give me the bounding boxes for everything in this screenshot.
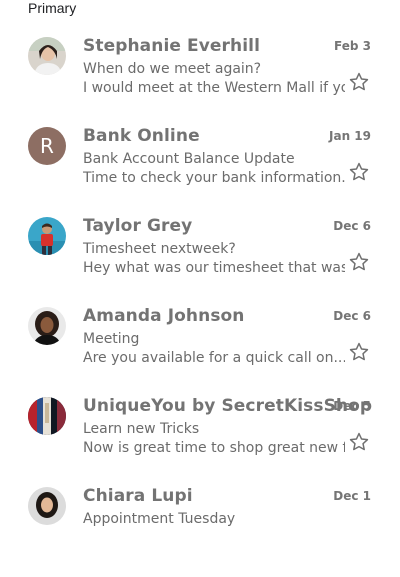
shop-photo-icon <box>28 397 66 435</box>
star-icon[interactable] <box>348 431 370 453</box>
email-subject: Meeting <box>83 331 140 347</box>
star-icon[interactable] <box>348 251 370 273</box>
email-date: Jan 19 <box>329 129 371 143</box>
avatar[interactable] <box>28 307 66 345</box>
sender-name: Amanda Johnson <box>83 306 245 326</box>
sender-name: Stephanie Everhill <box>83 36 261 56</box>
email-subject: Timesheet nextweek? <box>83 241 236 257</box>
sender-name: Bank Online <box>83 126 200 146</box>
avatar-letter: R <box>28 127 66 165</box>
avatar[interactable]: R <box>28 127 66 165</box>
email-subject: Appointment Tuesday <box>83 511 236 527</box>
sender-name: UniqueYou by SecretKissShop <box>83 396 373 416</box>
email-row[interactable]: Amanda Johnson Dec 6 Meeting Are you ava… <box>0 306 400 397</box>
email-date: Dec 6 <box>333 309 371 323</box>
email-subject: Learn new Tricks <box>83 421 200 437</box>
email-snippet: I would meet at the Western Mall if you.… <box>83 80 345 96</box>
avatar[interactable] <box>28 397 66 435</box>
email-subject: Bank Account Balance Update <box>83 151 295 167</box>
email-row[interactable]: Stephanie Everhill Feb 3 When do we meet… <box>0 36 400 127</box>
email-date: Dec 6 <box>333 219 371 233</box>
email-date: Dec 5 <box>333 399 371 413</box>
person-photo-icon <box>28 217 66 255</box>
email-row[interactable]: Chiara Lupi Dec 1 Appointment Tuesday <box>0 486 400 577</box>
email-row[interactable]: Taylor Grey Dec 6 Timesheet nextweek? He… <box>0 216 400 307</box>
star-icon[interactable] <box>348 341 370 363</box>
star-icon[interactable] <box>348 71 370 93</box>
person-photo-icon <box>28 37 66 75</box>
email-snippet: Hey what was our timesheet that was... <box>83 260 345 276</box>
sender-name: Taylor Grey <box>83 216 193 236</box>
email-date: Feb 3 <box>334 39 371 53</box>
avatar[interactable] <box>28 37 66 75</box>
person-photo-icon <box>28 307 66 345</box>
email-subject: When do we meet again? <box>83 61 262 77</box>
email-date: Dec 1 <box>333 489 371 503</box>
email-snippet: Time to check your bank information... <box>83 170 345 186</box>
email-snippet: Now is great time to shop great new fash… <box>83 440 345 456</box>
star-icon[interactable] <box>348 161 370 183</box>
avatar[interactable] <box>28 217 66 255</box>
email-snippet: Are you available for a quick call on... <box>83 350 345 366</box>
email-row[interactable]: UniqueYou by SecretKissShop Dec 5 Learn … <box>0 396 400 487</box>
person-photo-icon <box>28 487 66 525</box>
email-row[interactable]: R Bank Online Jan 19 Bank Account Balanc… <box>0 126 400 217</box>
sender-name: Chiara Lupi <box>83 486 193 506</box>
section-label: Primary <box>28 0 77 16</box>
avatar[interactable] <box>28 487 66 525</box>
